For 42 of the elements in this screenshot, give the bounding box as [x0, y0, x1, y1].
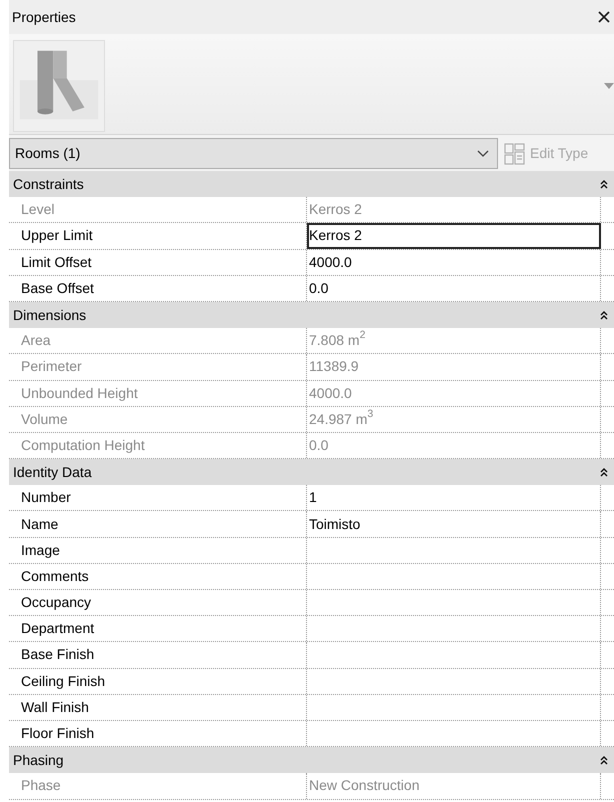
- property-label: Upper Limit: [9, 223, 307, 249]
- property-label: Comments: [9, 564, 307, 589]
- property-label: Floor Finish: [9, 720, 307, 746]
- group-header[interactable]: Phasing: [9, 747, 614, 774]
- property-label: Phase: [9, 773, 307, 798]
- property-value-field[interactable]: 1: [307, 485, 601, 510]
- group-header[interactable]: Constraints: [9, 171, 614, 198]
- property-value-field[interactable]: Kerros 2: [307, 223, 601, 249]
- thumbnail-icon: [13, 40, 105, 132]
- close-icon[interactable]: [598, 11, 610, 23]
- property-label: Limit Offset: [9, 250, 307, 275]
- dropdown-arrow-icon[interactable]: [604, 82, 614, 88]
- property-label: Base Finish: [9, 642, 307, 668]
- edit-type-icon: [504, 142, 526, 164]
- window-title: Properties: [12, 8, 76, 27]
- property-label: Computation Height: [9, 432, 307, 458]
- property-label: Name: [9, 511, 307, 537]
- property-label: Image: [9, 538, 307, 563]
- collapse-icon: [600, 310, 608, 321]
- group-header[interactable]: Identity Data: [9, 459, 614, 486]
- property-value-field[interactable]: 24.987 m$^{3}$: [307, 406, 601, 432]
- property-label: Area: [9, 328, 307, 354]
- property-value-field[interactable]: 0.0: [307, 276, 601, 301]
- property-label: Number: [9, 485, 307, 510]
- property-value-field[interactable]: 4000.0: [307, 250, 601, 275]
- property-label: Department: [9, 616, 307, 642]
- property-label: Wall Finish: [9, 694, 307, 720]
- property-value-field[interactable]: 7.808 m$^{2}$: [307, 328, 601, 354]
- group-header[interactable]: Dimensions: [9, 302, 614, 328]
- collapse-icon: [600, 754, 608, 766]
- property-label: Unbounded Height: [9, 380, 307, 406]
- property-label: Volume: [9, 406, 307, 432]
- property-label: Level: [9, 197, 307, 222]
- collapse-icon: [600, 466, 608, 478]
- property-label: Occupancy: [9, 590, 307, 616]
- chevron-down-icon: [477, 150, 489, 158]
- property-value-field[interactable]: Toimisto: [307, 511, 601, 537]
- collapse-icon: [600, 178, 608, 190]
- type-selector[interactable]: Rooms (1): [9, 138, 498, 169]
- property-label: Perimeter: [9, 354, 307, 380]
- property-label: Ceiling Finish: [9, 668, 307, 694]
- property-label: Base Offset: [9, 276, 307, 301]
